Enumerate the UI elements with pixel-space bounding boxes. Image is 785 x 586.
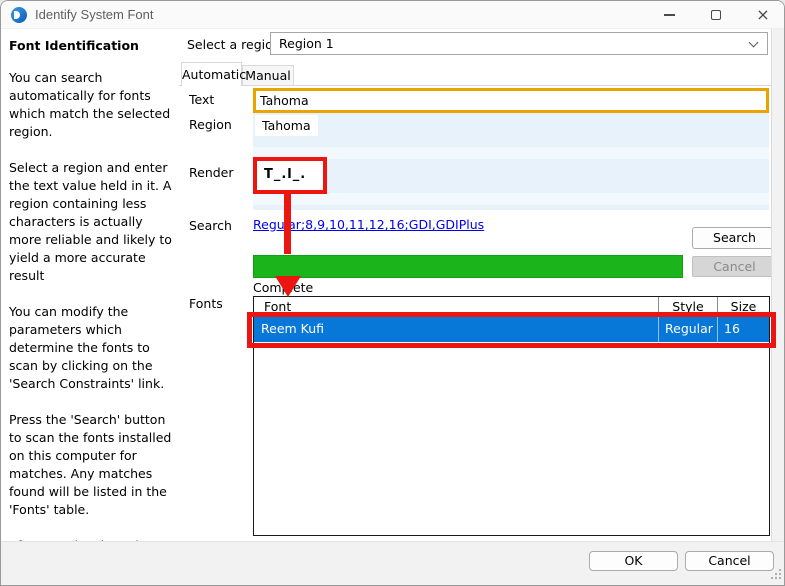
close-button[interactable]: × xyxy=(740,1,784,29)
annotation-arrow-head xyxy=(275,276,301,297)
right-margin-strip xyxy=(771,29,784,541)
close-icon: × xyxy=(756,5,770,24)
style-cell: Regular xyxy=(658,317,717,342)
resize-grip[interactable] xyxy=(771,577,773,579)
cancel-search-button[interactable]: Cancel xyxy=(692,256,777,277)
search-progress-bar xyxy=(253,255,683,278)
column-header-style[interactable]: Style xyxy=(658,297,717,316)
title-bar: Identify System Font × xyxy=(1,1,784,29)
text-input[interactable] xyxy=(253,88,769,113)
tab-manual[interactable]: Manual xyxy=(242,65,294,86)
search-row-label: Search xyxy=(189,218,232,233)
app-icon-glyph xyxy=(14,11,20,19)
column-header-font[interactable]: Font xyxy=(254,297,658,316)
maximize-icon xyxy=(711,10,721,20)
sidebar-paragraph: Press the 'Search' button to scan the fo… xyxy=(9,412,172,517)
identify-system-font-dialog: Identify System Font × Font Identificati… xyxy=(0,0,785,586)
annotation-arrow-line xyxy=(284,193,291,254)
sidebar-heading: Font Identification xyxy=(9,38,139,53)
window-title: Identify System Font xyxy=(35,7,154,22)
fonts-table-header: Font Style Size xyxy=(254,297,769,317)
sidebar-paragraph: Select a region and enter the text value… xyxy=(9,160,172,283)
search-button[interactable]: Search xyxy=(692,227,777,249)
cancel-button[interactable]: Cancel xyxy=(685,551,774,571)
size-cell: 16 xyxy=(717,317,769,342)
region-row-label: Region xyxy=(189,117,232,132)
app-icon xyxy=(11,7,27,23)
region-dropdown-value: Region 1 xyxy=(279,36,334,51)
minimize-button[interactable] xyxy=(646,1,692,29)
font-cell: Reem Kufi xyxy=(261,321,325,336)
fonts-table: Font Style Size Reem Kufi Regular 16 xyxy=(253,296,770,536)
help-sidebar: Font Identification You can search autom… xyxy=(9,37,175,585)
tab-automatic[interactable]: Automatic xyxy=(181,62,246,86)
render-row-label: Render xyxy=(189,165,234,180)
font-result-row[interactable]: Reem Kufi Regular 16 xyxy=(254,317,769,342)
maximize-button[interactable] xyxy=(693,1,739,29)
region-dropdown[interactable]: Region 1 xyxy=(270,32,768,55)
sidebar-paragraph: You can modify the parameters which dete… xyxy=(9,304,165,391)
text-label: Text xyxy=(189,92,215,107)
tab-divider xyxy=(179,85,771,86)
preview-panel xyxy=(253,113,769,210)
column-header-size[interactable]: Size xyxy=(717,297,769,316)
chevron-down-icon xyxy=(748,37,759,48)
render-preview-annotated: T_.l_. xyxy=(253,157,327,194)
ok-button[interactable]: OK xyxy=(589,551,678,571)
minimize-icon xyxy=(663,14,675,16)
sidebar-paragraph: You can search automatically for fonts w… xyxy=(9,70,171,139)
region-preview-image: Tahoma xyxy=(255,115,318,136)
fonts-row-label: Fonts xyxy=(189,296,223,311)
select-region-label: Select a region xyxy=(187,37,281,52)
